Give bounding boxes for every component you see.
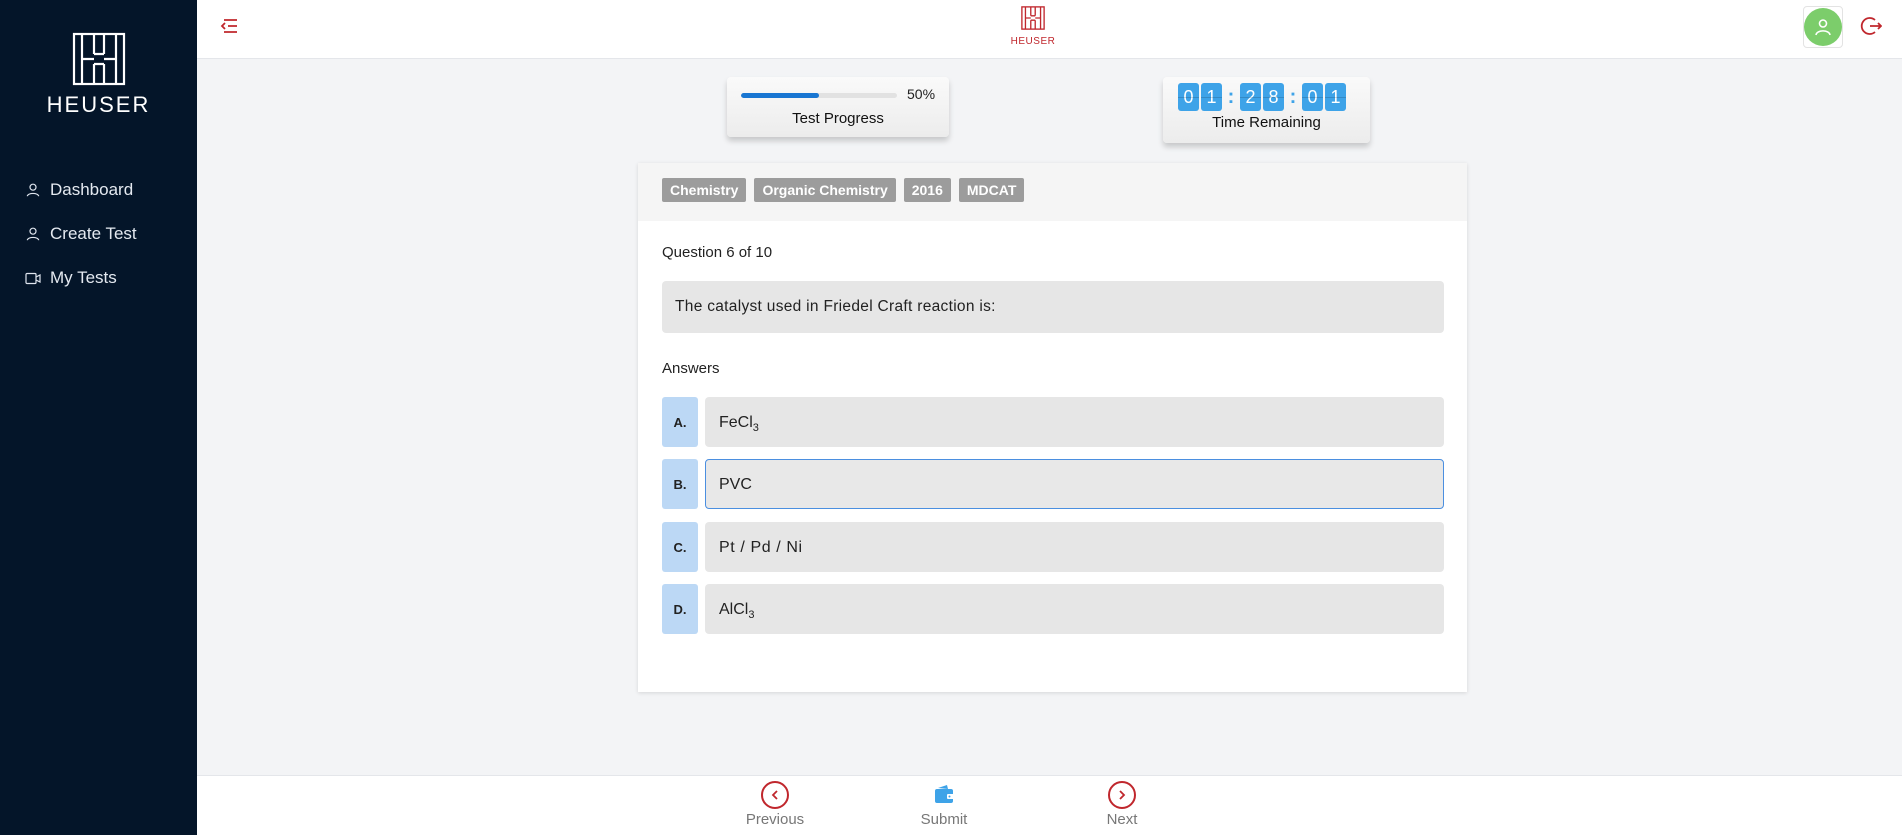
sidebar-item-create-test[interactable]: Create Test	[0, 212, 197, 256]
sidebar-item-dashboard[interactable]: Dashboard	[0, 168, 197, 212]
answer-option-b[interactable]: B. PVC	[662, 459, 1444, 509]
sidebar-item-label: Dashboard	[50, 180, 134, 199]
user-icon	[24, 181, 42, 199]
question-card: Chemistry Organic Chemistry 2016 MDCAT Q…	[638, 163, 1467, 692]
timer-digits: 0 1 : 2 8 : 0 1	[1178, 83, 1348, 111]
sidebar-item-label: My Tests	[50, 268, 117, 287]
timer-label: Time Remaining	[1212, 114, 1321, 131]
answer-option-a[interactable]: A. FeCl3	[662, 397, 1444, 447]
topbar: HEUSER	[197, 0, 1902, 59]
answer-letter: C.	[662, 522, 698, 572]
answer-option-d[interactable]: D. AlCl3	[662, 584, 1444, 634]
sidebar: HEUSER Dashboard Create Test My Tests	[0, 0, 197, 835]
sidebar-logo[interactable]: HEUSER	[0, 32, 197, 118]
heuser-logo-icon	[72, 32, 125, 86]
sidebar-item-label: Create Test	[50, 224, 137, 243]
timer-digit: 2	[1240, 83, 1261, 111]
answer-text[interactable]: FeCl3	[705, 397, 1444, 447]
chevron-left-icon	[761, 781, 789, 809]
timer-digit: 0	[1178, 83, 1199, 111]
chevron-right-icon	[1108, 781, 1136, 809]
progress-bar-fill	[741, 93, 819, 98]
user-avatar-icon	[1804, 8, 1842, 46]
bottom-navigation: Previous Submit Next	[197, 775, 1902, 835]
answer-letter: A.	[662, 397, 698, 447]
sidebar-nav: Dashboard Create Test My Tests	[0, 168, 197, 300]
previous-button[interactable]: Previous	[740, 781, 810, 828]
timer-card: 0 1 : 2 8 : 0 1 Time Remaining	[1163, 77, 1370, 143]
topbar-brand-text: HEUSER	[1010, 36, 1056, 47]
answer-text-main: PVC	[719, 476, 752, 493]
heuser-logo-icon	[1021, 6, 1045, 30]
timer-digit: 1	[1325, 83, 1346, 111]
answer-text-main: AlCl	[719, 601, 749, 618]
test-progress-card: 50% Test Progress	[727, 77, 949, 137]
answer-text[interactable]: AlCl3	[705, 584, 1444, 634]
tag-badge: Organic Chemistry	[754, 178, 896, 202]
answer-text-sub: 3	[748, 609, 755, 622]
progress-percent: 50%	[907, 86, 936, 102]
submit-button[interactable]: Submit	[914, 781, 974, 828]
progress-label: Test Progress	[792, 110, 884, 127]
timer-digit: 0	[1302, 83, 1323, 111]
previous-label: Previous	[745, 811, 805, 828]
answer-text[interactable]: Pt / Pd / Ni	[705, 522, 1444, 572]
timer-digit: 8	[1263, 83, 1284, 111]
next-button[interactable]: Next	[1097, 781, 1147, 828]
tag-badge: MDCAT	[958, 178, 1025, 202]
tag-badge: 2016	[903, 178, 951, 202]
logout-icon[interactable]	[1860, 15, 1884, 39]
video-icon	[24, 269, 42, 287]
next-label: Next	[1106, 811, 1138, 828]
answer-letter: B.	[662, 459, 698, 509]
tag-badge: Chemistry	[662, 178, 747, 202]
tag-list: Chemistry Organic Chemistry 2016 MDCAT	[662, 178, 1032, 202]
question-tags-bar: Chemistry Organic Chemistry 2016 MDCAT	[638, 163, 1467, 221]
answer-option-c[interactable]: C. Pt / Pd / Ni	[662, 522, 1444, 572]
answer-letter: D.	[662, 584, 698, 634]
answer-text[interactable]: PVC	[705, 459, 1444, 509]
timer-separator: :	[1289, 85, 1297, 108]
answer-text-sub: 3	[752, 422, 759, 435]
submit-label: Submit	[920, 811, 968, 828]
avatar[interactable]	[1803, 6, 1843, 48]
progress-bar	[741, 93, 897, 98]
question-number: Question 6 of 10	[662, 244, 773, 261]
topbar-logo[interactable]: HEUSER	[1010, 6, 1056, 47]
sidebar-brand-text: HEUSER	[46, 92, 151, 117]
timer-digit: 1	[1201, 83, 1222, 111]
question-text: The catalyst used in Friedel Craft react…	[662, 281, 1444, 333]
user-icon	[24, 225, 42, 243]
answers-heading: Answers	[662, 360, 720, 377]
sidebar-item-my-tests[interactable]: My Tests	[0, 256, 197, 300]
timer-separator: :	[1227, 85, 1235, 108]
wallet-icon	[930, 781, 958, 809]
menu-collapse-icon[interactable]	[219, 17, 241, 39]
answer-text-main: Pt / Pd / Ni	[719, 539, 803, 556]
answer-text-main: FeCl	[719, 414, 753, 431]
